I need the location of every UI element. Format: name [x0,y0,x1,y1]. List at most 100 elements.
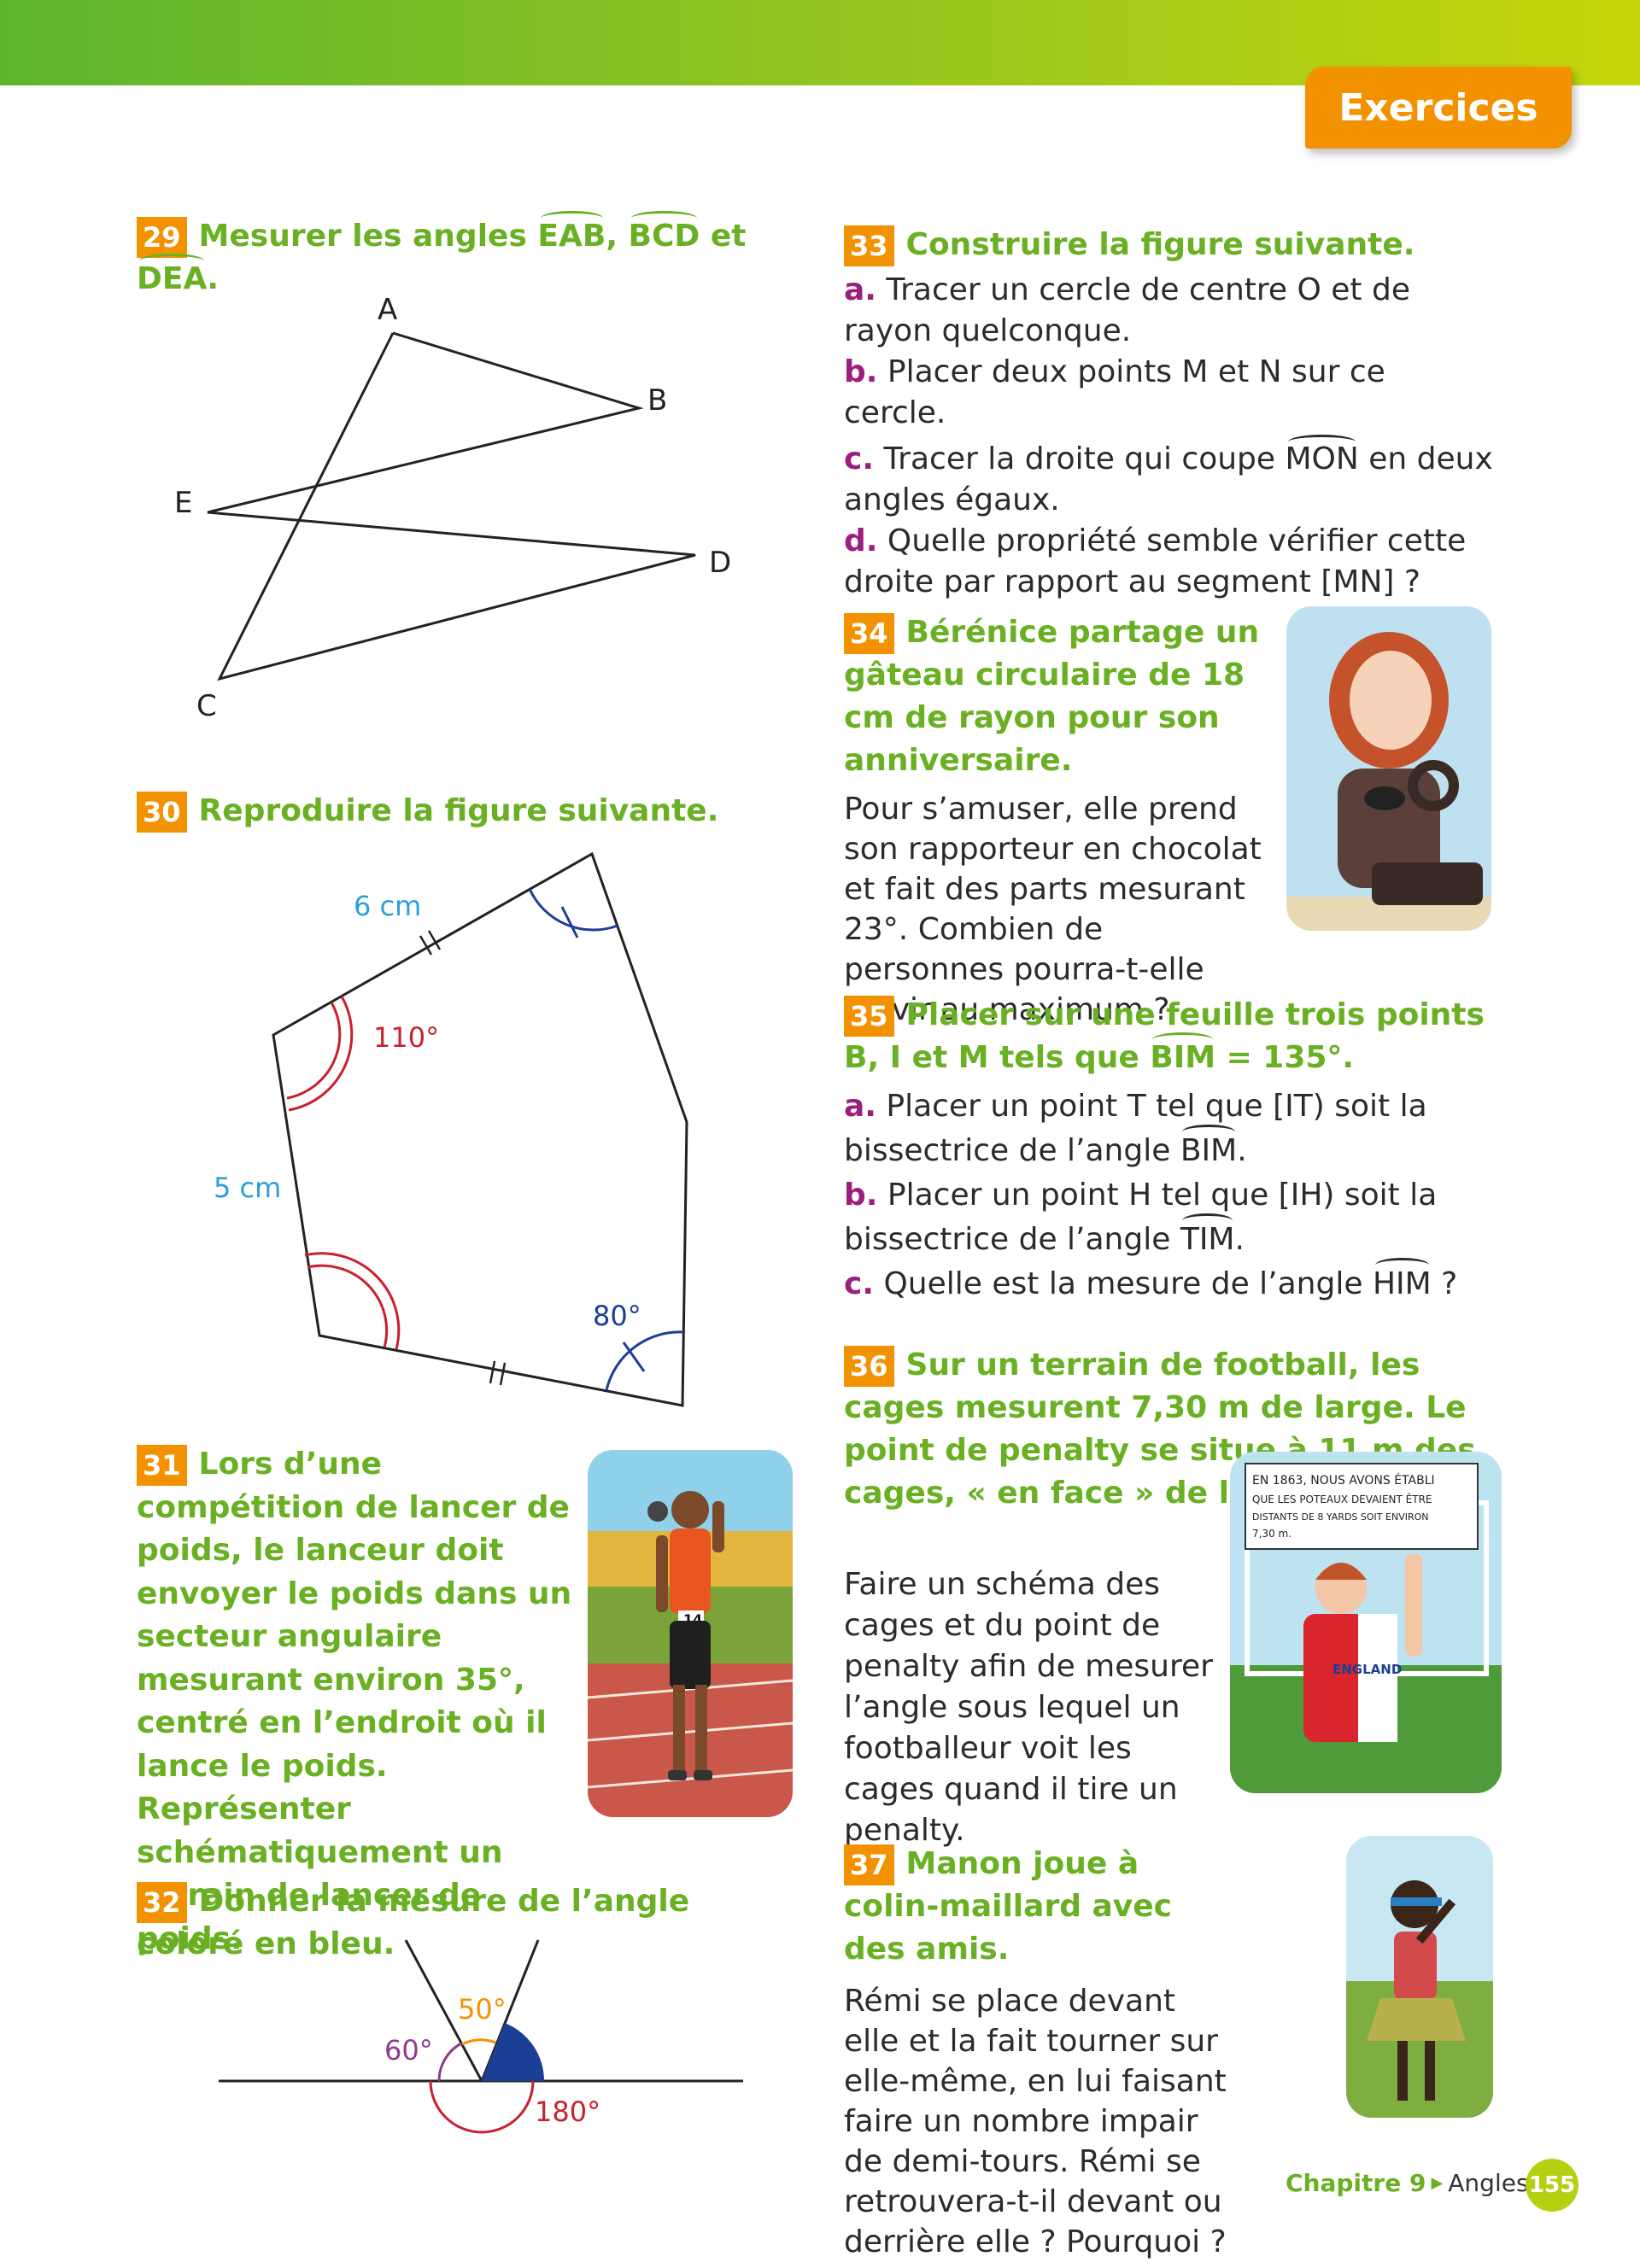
exercise-title: Bérénice partage un gâteau circulaire de… [844,615,1260,778]
sign-line: 7,30 m. [1252,1528,1292,1540]
angle-notation: TIM [1180,1213,1235,1262]
angle-notation: HIM [1373,1258,1432,1306]
birthday-cake-illustration [1286,606,1491,931]
figure-29-diagram: A B E D C [174,293,731,723]
athlete-drawing: 14 [588,1450,793,1817]
question-letter: a. [844,1089,876,1124]
exercise-number: 29 [137,217,187,258]
exercise-title: Mesurer les angles [198,219,538,254]
question-d: d. Quelle propriété semble vérifier cett… [844,521,1493,603]
question-text: Placer un point H tel que [IH) soit la b… [844,1178,1438,1257]
question-text: Placer un point T tel que [IT) soit la b… [844,1089,1427,1168]
angle-arc-180 [429,2080,535,2134]
exercise-33: 33 Construire la figure suivante. a. Trac… [844,224,1493,603]
shot-put-illustration: 14 [588,1450,793,1817]
page-footer: Chapitre 9 ▶ Angles [1286,2169,1529,2197]
blindfold-illustration [1346,1836,1493,2118]
question-text: . [1237,1133,1247,1168]
figure-30-diagram: 6 cm 5 cm 110° 80° [214,851,688,1407]
question-letter: b. [844,1178,878,1213]
exercise-36-body: Faire un schéma des cages et du point de… [844,1564,1220,1851]
sign-line: DISTANTS DE 8 YARDS SOIT ENVIRON [1252,1511,1429,1523]
question-text: Placer deux points M et N sur ce cercle. [844,354,1385,430]
question-a: a. Tracer un cercle de centre O et de ra… [844,270,1493,352]
shirt-text: ENGLAND [1332,1662,1402,1677]
angle-tick-blue-top [560,906,579,938]
triangle-right-icon: ▶ [1431,2174,1444,2192]
angle-notation: EAB [537,211,606,258]
exercise-number: 30 [137,792,187,833]
exercise-number: 36 [844,1346,894,1387]
sign-line: EN 1863, NOUS AVONS ÉTABLI [1252,1473,1435,1488]
figure-32-diagram: 50° 60° 180° [219,1939,743,2134]
point-label-E: E [174,486,192,520]
point-label-A: A [378,293,397,327]
question-text: Quelle propriété semble vérifier cette d… [844,523,1467,599]
football-illustration: EN 1863, NOUS AVONS ÉTABLI QUE LES POTEA… [1230,1452,1502,1793]
exercise-37: 37 Manon joue à colin-maillard avec des a… [844,1843,1237,2262]
exercise-text: Faire un schéma des cages et du point de… [844,1567,1213,1848]
point-label-C: C [196,689,217,723]
chapter-label: Chapitre 9 [1286,2169,1426,2197]
question-letter: b. [844,354,878,389]
section-tab: Exercices [1305,67,1572,149]
exercise-35: 35 Placer sur une feuille trois points B,… [844,994,1493,1306]
question-letter: d. [844,523,878,558]
angle-notation: BIM [1150,1032,1215,1079]
angle-label-60: 60° [384,2034,433,2066]
exercise-number: 35 [844,996,894,1037]
point-label-D: D [709,546,731,580]
exercise-30: 30 Reproduire la figure suivante. [137,790,786,833]
girl-drawing [1286,606,1491,931]
point-label-B: B [647,383,667,418]
angle-arc-red-110-inner [286,1002,342,1100]
angle-arc-red-110 [288,996,354,1112]
girl-blindfold-drawing [1346,1836,1493,2118]
angle-notation: MON [1286,435,1359,480]
angle-arc-50 [461,2038,496,2046]
blue-angle-sector [482,2023,545,2081]
side-tick [499,1362,507,1386]
angle-arc-blue-top [528,888,618,932]
side-label-5cm: 5 cm [214,1172,281,1204]
exercise-number: 33 [844,225,894,266]
page-number: 155 [1526,2159,1578,2212]
question-a: a. Placer un point T tel que [IT) soit l… [844,1084,1493,1173]
footballer-drawing: EN 1863, NOUS AVONS ÉTABLI QUE LES POTEA… [1230,1452,1502,1793]
exercise-title: = 135°. [1215,1040,1355,1075]
angle-label-80: 80° [593,1300,641,1332]
question-text: Tracer la droite qui coupe [874,441,1286,476]
chapter-topic: Angles [1448,2169,1529,2197]
separator: et [700,219,747,254]
question-c: c. Quelle est la mesure de l’angle HIM ? [844,1258,1493,1306]
angle-notation: BCD [629,211,700,258]
angle-arc-blue-80 [605,1330,684,1391]
exercise-number: 32 [137,1882,187,1923]
exercise-number: 31 [137,1445,187,1486]
figure-29-polyline [207,331,696,681]
exercise-title: Construire la figure suivante. [905,227,1415,262]
question-c: c. Tracer la droite qui coupe MON en deu… [844,435,1493,521]
angle-label-50: 50° [458,1993,507,2025]
section-tab-label: Exercices [1338,85,1538,130]
question-letter: a. [844,272,876,307]
angle-label-110: 110° [373,1021,439,1054]
side-tick [489,1360,496,1384]
question-b: b. Placer un point H tel que [IH) soit l… [844,1173,1493,1262]
question-letter: c. [844,441,875,476]
exercise-number: 37 [844,1844,894,1885]
angle-arc-60 [437,2042,462,2082]
sign-line: QUE LES POTEAUX DEVAIENT ÊTRE [1252,1493,1432,1505]
page-number-text: 155 [1528,2172,1576,2198]
question-b: b. Placer deux points M et N sur ce cerc… [844,352,1493,434]
question-text: Tracer un cercle de centre O et de rayon… [844,272,1410,348]
angle-notation: BIM [1180,1125,1237,1173]
question-text: ? [1431,1266,1458,1301]
separator: , [606,219,629,254]
exercise-text: Rémi se place devant elle et la fait tou… [844,1984,1227,2259]
question-letter: c. [844,1266,875,1301]
exercise-34: 34 Bérénice partage un gâteau circulaire … [844,611,1271,1030]
exercise-number: 34 [844,613,894,654]
exercise-title: Reproduire la figure suivante. [198,793,719,828]
angle-label-180: 180° [535,2096,600,2128]
